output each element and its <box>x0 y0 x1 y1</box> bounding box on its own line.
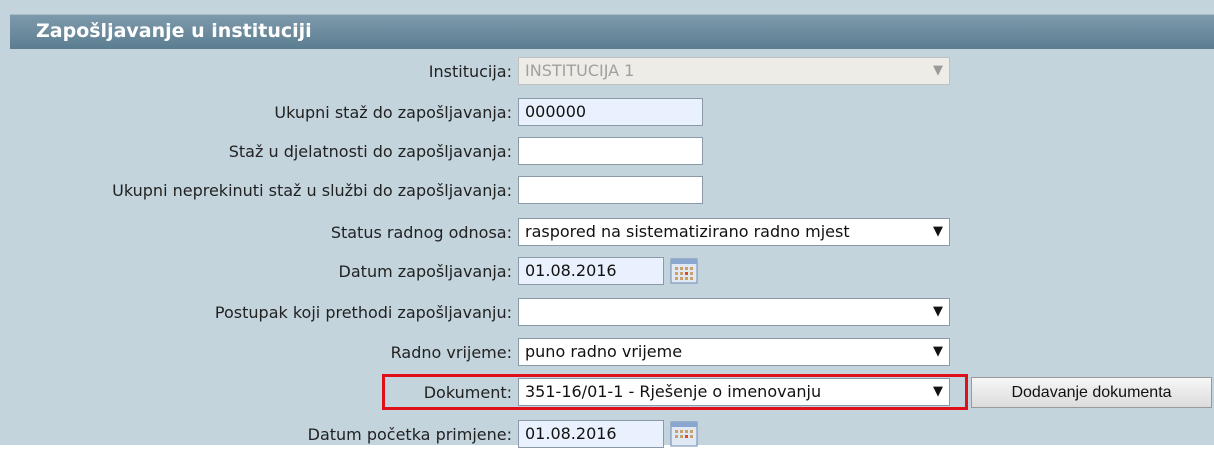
ukupni-staz-label: Ukupni staž do zapošljavanja: <box>274 103 512 122</box>
dropdown-arrow-icon: ▼ <box>931 219 943 245</box>
dropdown-arrow-icon: ▼ <box>933 63 943 78</box>
dropdown-arrow-icon: ▼ <box>933 344 943 359</box>
datum-zaposljavanja-label: Datum zapošljavanja: <box>338 262 512 281</box>
calendar-icon[interactable] <box>670 421 698 447</box>
status-label: Status radnog odnosa: <box>330 223 512 242</box>
row-neprekinuti-staz: Ukupni neprekinuti staž u službi do zapo… <box>0 176 1214 206</box>
row-datum-pocetka: Datum početka primjene: 01.08.2016 <box>0 420 1214 450</box>
row-institucija: Institucija: INSTITUCIJA 1 ▼ <box>0 57 1214 87</box>
institucija-select[interactable]: INSTITUCIJA 1 ▼ <box>518 57 950 85</box>
staz-djelatnost-label: Staž u djelatnosti do zapošljavanja: <box>228 142 512 161</box>
postupak-label: Postupak koji prethodi zapošljavanju: <box>214 303 512 322</box>
radno-vrijeme-select[interactable]: puno radno vrijeme ▼ <box>518 338 950 366</box>
institucija-value: INSTITUCIJA 1 <box>525 61 635 80</box>
neprekinuti-staz-input[interactable] <box>518 176 703 204</box>
row-status: Status radnog odnosa: raspored na sistem… <box>0 218 1214 248</box>
row-ukupni-staz: Ukupni staž do zapošljavanja: 000000 <box>0 98 1214 128</box>
add-document-button[interactable]: Dodavanje dokumenta <box>971 377 1212 408</box>
row-staz-djelatnost: Staž u djelatnosti do zapošljavanja: <box>0 137 1214 167</box>
status-select[interactable]: raspored na sistematizirano radno mjest … <box>518 218 950 246</box>
section-title: Zapošljavanje u instituciji <box>36 20 312 42</box>
radno-vrijeme-value: puno radno vrijeme <box>525 342 683 361</box>
row-postupak: Postupak koji prethodi zapošljavanju: ▼ <box>0 298 1214 328</box>
datum-pocetka-input[interactable]: 01.08.2016 <box>518 420 664 448</box>
dokument-highlight-box <box>382 374 968 410</box>
ukupni-staz-input[interactable]: 000000 <box>518 98 703 126</box>
dropdown-arrow-icon: ▼ <box>933 304 943 319</box>
staz-djelatnost-input[interactable] <box>518 137 703 165</box>
datum-zaposljavanja-input[interactable]: 01.08.2016 <box>518 257 664 285</box>
employment-panel: Zapošljavanje u instituciji Institucija:… <box>0 0 1214 448</box>
postupak-select[interactable]: ▼ <box>518 298 950 326</box>
status-value: raspored na sistematizirano radno mjest <box>525 222 850 241</box>
datum-pocetka-label: Datum početka primjene: <box>307 425 512 444</box>
neprekinuti-staz-label: Ukupni neprekinuti staž u službi do zapo… <box>112 181 512 200</box>
radno-vrijeme-label: Radno vrijeme: <box>390 343 512 362</box>
institucija-label: Institucija: <box>428 62 512 81</box>
section-header: Zapošljavanje u instituciji <box>10 14 1214 49</box>
calendar-icon[interactable] <box>670 258 698 284</box>
row-datum-zaposljavanja: Datum zapošljavanja: 01.08.2016 <box>0 257 1214 287</box>
row-radno-vrijeme: Radno vrijeme: puno radno vrijeme ▼ <box>0 338 1214 368</box>
